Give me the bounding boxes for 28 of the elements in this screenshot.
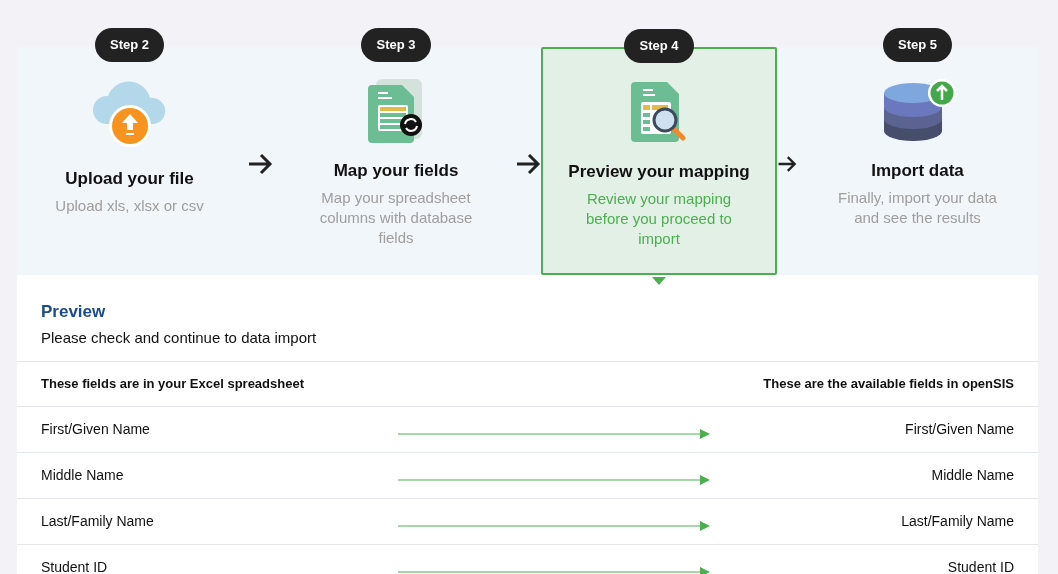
table-cell-text: Middle Name: [41, 466, 125, 485]
table-cell-text: Middle Name: [931, 466, 1014, 485]
table-cell-text: Last/Family Name: [41, 512, 155, 531]
arrow-right-icon: [514, 153, 541, 175]
column-header: These are the available fields in openSIS: [763, 375, 1014, 394]
column-header: These fields are in your Excel spreadsheet: [41, 375, 304, 394]
step-title: Preview your mapping: [568, 161, 750, 183]
pointer-icon: [652, 277, 666, 285]
section-subtitle: Please check and continue to data import: [41, 327, 318, 348]
table-cell-text: First/Given Name: [905, 420, 1014, 439]
step-description: Review your mapping before you proceed to import: [585, 188, 733, 249]
step-badge: Step 2: [95, 28, 164, 62]
step-badge: Step 4: [624, 29, 694, 63]
table-cell-text: Student ID: [41, 558, 109, 574]
arrow-right-icon: [247, 153, 273, 175]
table-cell-text: Student ID: [947, 558, 1014, 574]
step-description: Upload xls, xlsx or csv: [54, 195, 205, 216]
step-title: Import data: [871, 160, 964, 182]
step-title: Upload your file: [65, 168, 194, 190]
step-description: Finally, import your data and see the results: [837, 187, 998, 228]
step-badge: Step 5: [883, 28, 952, 62]
section-title: Preview: [41, 301, 107, 323]
step-title: Map your fields: [333, 160, 459, 182]
table-cell-text: First/Given Name: [41, 420, 151, 439]
arrow-right-icon: [777, 153, 797, 175]
table-cell-text: Last/Family Name: [901, 512, 1014, 531]
step-description: Map your spreadsheet columns with database fields: [318, 187, 474, 248]
step-badge: Step 3: [361, 28, 431, 62]
